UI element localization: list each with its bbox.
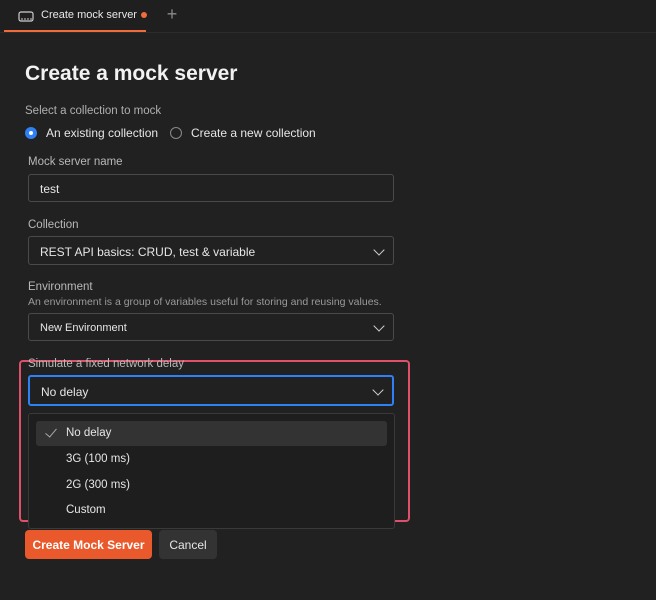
- delay-value: No delay: [41, 385, 89, 399]
- chevron-down-icon: [372, 384, 384, 396]
- delay-label: Simulate a fixed network delay: [28, 358, 184, 370]
- new-tab-plus-icon[interactable]: +: [163, 5, 181, 25]
- delay-option-label: 3G (100 ms): [66, 453, 130, 465]
- radio-checked-icon[interactable]: [25, 127, 37, 139]
- radio-existing-collection[interactable]: An existing collection: [25, 125, 158, 141]
- radio-unchecked-icon[interactable]: [170, 127, 182, 139]
- environment-select[interactable]: New Environment: [28, 313, 394, 341]
- collection-value: REST API basics: CRUD, test & variable: [40, 245, 256, 259]
- environment-label: Environment: [28, 281, 93, 293]
- tab-bar: Create mock server +: [0, 0, 656, 33]
- delay-dropdown-menu: No delay 3G (100 ms) 2G (300 ms) Custom: [28, 413, 395, 529]
- collection-source-label: Select a collection to mock: [25, 105, 162, 117]
- cancel-button[interactable]: Cancel: [159, 530, 217, 559]
- delay-option-no-delay[interactable]: No delay: [36, 421, 387, 446]
- environment-value: New Environment: [40, 322, 127, 334]
- delay-option-3g[interactable]: 3G (100 ms): [36, 447, 387, 472]
- radio-new-collection[interactable]: Create a new collection: [170, 125, 316, 141]
- tab-create-mock-server[interactable]: Create mock server: [4, 0, 146, 32]
- create-mock-server-button[interactable]: Create Mock Server: [25, 530, 152, 559]
- check-icon: [45, 425, 57, 438]
- delay-option-label: 2G (300 ms): [66, 479, 130, 491]
- collection-select[interactable]: REST API basics: CRUD, test & variable: [28, 236, 394, 265]
- delay-select[interactable]: No delay: [28, 375, 394, 406]
- delay-option-label: Custom: [66, 504, 106, 516]
- mock-name-value: test: [40, 182, 60, 196]
- delay-option-2g[interactable]: 2G (300 ms): [36, 473, 387, 498]
- radio-new-collection-label: Create a new collection: [191, 126, 316, 140]
- mock-server-icon: [18, 11, 34, 22]
- radio-existing-collection-label: An existing collection: [46, 126, 159, 140]
- chevron-down-icon: [373, 320, 385, 332]
- delay-option-label: No delay: [66, 427, 112, 439]
- chevron-down-icon: [373, 244, 385, 256]
- page-title: Create a mock server: [25, 62, 238, 85]
- environment-help-text: An environment is a group of variables u…: [28, 296, 382, 308]
- delay-option-custom[interactable]: Custom: [36, 498, 387, 523]
- mock-name-label: Mock server name: [28, 156, 123, 168]
- unsaved-indicator-icon: [141, 12, 147, 18]
- mock-name-input[interactable]: test: [28, 174, 394, 202]
- collection-label: Collection: [28, 219, 79, 231]
- tab-title: Create mock server: [41, 9, 137, 21]
